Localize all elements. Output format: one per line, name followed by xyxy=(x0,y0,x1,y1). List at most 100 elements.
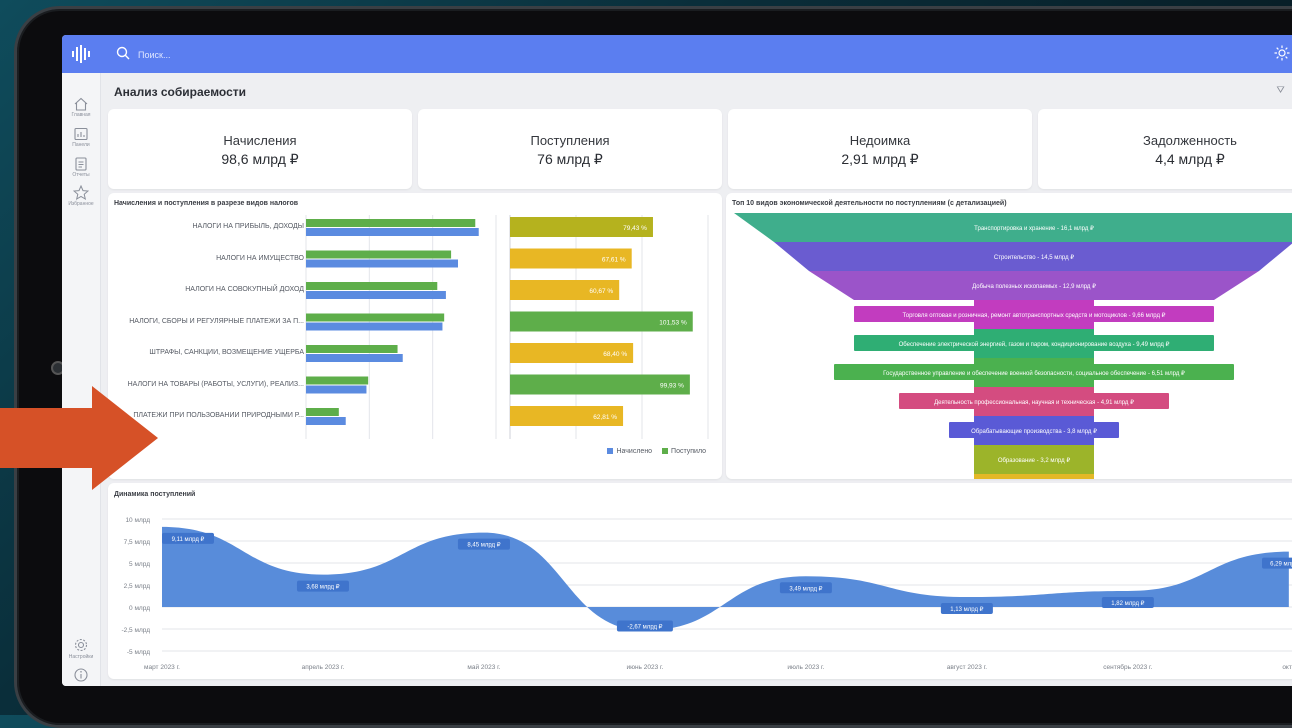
legend-label: Поступило xyxy=(671,448,706,455)
data-label-text: 3,68 млрд ₽ xyxy=(306,584,339,591)
y-tick-label: 7,5 млрд xyxy=(124,539,151,546)
kpi-card-debt[interactable]: Задолженность 4,4 млрд ₽ xyxy=(1038,109,1292,189)
funnel-label: Строительство - 14,5 млрд ₽ xyxy=(994,254,1074,261)
y-tick-label: 0 млрд xyxy=(129,605,150,612)
x-tick-label: август 2023 г. xyxy=(947,664,987,671)
page-title: Анализ собираемости xyxy=(114,85,247,99)
sidebar-item-label: Отчеты xyxy=(72,172,90,178)
sidebar-item-home[interactable]: Главная xyxy=(62,97,100,118)
sidebar: Главная Панели Отчеты Избранное Настройк… xyxy=(62,73,101,686)
kpi-card-receipts[interactable]: Поступления 76 млрд ₽ xyxy=(418,109,722,189)
x-tick-label: май 2023 г. xyxy=(467,663,500,671)
chart-legend: Начислено Поступило xyxy=(599,448,706,455)
y-tick-label: 5 млрд xyxy=(129,561,150,568)
kpi-value: 98,6 млрд ₽ xyxy=(221,151,299,167)
bar-received xyxy=(306,376,369,385)
top-bar xyxy=(62,35,1292,73)
area-series xyxy=(162,526,1289,631)
kpi-label: Задолженность xyxy=(1143,133,1237,148)
bar-charged xyxy=(306,259,458,268)
kpi-label: Поступления xyxy=(530,133,610,148)
kpi-label: Недоимка xyxy=(849,133,911,148)
bar-charged xyxy=(306,291,446,299)
app-screen: Главная Панели Отчеты Избранное Настройк… xyxy=(62,35,1292,686)
ratio-label: 60,67 % xyxy=(589,288,613,295)
tax-types-bar-chart: 79,43 % 67,61 % 60,67 % 101,53 % 68,40 % 99,9… xyxy=(305,215,709,439)
data-label-text: 9,11 млрд ₽ xyxy=(172,536,205,543)
y-tick-label: -5 млрд xyxy=(127,649,150,656)
bar-received xyxy=(306,250,452,259)
kpi-value: 2,91 млрд ₽ xyxy=(841,151,919,167)
funnel-stem xyxy=(974,474,1094,479)
ratio-label: 62,81 % xyxy=(593,414,617,421)
activities-funnel-chart: Транспортировка и хранение - 16,1 млрд ₽… xyxy=(734,213,1292,479)
y-tick-label: 2,5 млрд xyxy=(124,583,151,590)
funnel-label: Государственное управление и обеспечение… xyxy=(883,370,1185,377)
sidebar-item-reports[interactable]: Отчеты xyxy=(62,157,100,178)
sidebar-item-settings[interactable]: Настройки xyxy=(62,637,100,660)
kpi-card-accruals[interactable]: Начисления 98,6 млрд ₽ xyxy=(108,109,412,189)
bar-charged xyxy=(306,417,346,425)
sidebar-item-label: Панели xyxy=(72,142,90,148)
orange-arrow-icon xyxy=(0,386,158,490)
funnel-label: Торговля оптовая и розничная, ремонт авт… xyxy=(903,312,1166,319)
x-tick-label: июнь 2023 г. xyxy=(626,664,663,671)
ratio-label: 79,43 % xyxy=(623,225,647,232)
funnel-label: Деятельность профессиональная, научная и… xyxy=(934,399,1134,406)
ratio-label: 101,53 % xyxy=(659,320,687,327)
report-icon xyxy=(75,157,87,171)
theme-toggle-icon[interactable] xyxy=(1274,45,1290,61)
bar-received xyxy=(306,313,445,322)
gear-icon xyxy=(74,638,88,652)
sidebar-item-label: Избранное xyxy=(68,201,94,207)
sidebar-item-label: Настройки xyxy=(68,654,94,660)
y-tick-label: 10 млрд xyxy=(125,517,150,524)
bar-charged xyxy=(306,322,443,331)
kpi-value: 76 млрд ₽ xyxy=(537,151,603,167)
page-tools: ⛛ ⟳ xyxy=(1276,85,1292,96)
bar-received xyxy=(306,345,398,353)
data-label-text: -2,67 млрд ₽ xyxy=(627,623,662,630)
x-tick-label: апрель 2023 г. xyxy=(302,664,345,671)
funnel-label: Обрабатывающие производства - 3,8 млрд ₽ xyxy=(971,428,1097,435)
legend-swatch xyxy=(607,448,614,454)
kpi-card-arrears[interactable]: Недоимка 2,91 млрд ₽ xyxy=(728,109,1032,189)
x-tick-label: март 2023 г. xyxy=(144,664,180,671)
x-tick-label: октя xyxy=(1282,664,1292,671)
bar-received xyxy=(306,219,476,227)
bar-received xyxy=(306,282,438,290)
ratio-label: 68,40 % xyxy=(603,351,627,358)
search-input[interactable] xyxy=(136,46,440,64)
search-icon[interactable] xyxy=(116,46,130,60)
kpi-label: Начисления xyxy=(223,133,297,148)
receipts-area-chart: 10 млрд 7,5 млрд 5 млрд 2,5 млрд 0 млрд -2,5 … xyxy=(121,517,1292,671)
funnel-label: Добыча полезных ископаемых - 12,9 млрд ₽ xyxy=(972,283,1096,290)
data-label-text: 8,45 млрд ₽ xyxy=(467,542,500,549)
ratio-label: 99,93 % xyxy=(660,383,684,390)
data-label: 6,29 млрд xyxy=(1262,557,1292,569)
dashboard-icon xyxy=(74,127,88,141)
sidebar-item-info[interactable] xyxy=(62,667,100,684)
sidebar-item-dashboards[interactable]: Панели xyxy=(62,127,100,148)
sidebar-item-label: Главная xyxy=(71,112,91,118)
legend-swatch xyxy=(662,448,669,454)
app-logo-icon[interactable] xyxy=(62,35,100,73)
data-label: 1,13 млрд ₽ xyxy=(940,603,993,615)
star-icon xyxy=(73,185,89,200)
bar-charged xyxy=(306,385,367,394)
data-label-text: 3,49 млрд ₽ xyxy=(789,585,822,592)
data-label-text: 6,29 млрд xyxy=(1270,562,1292,568)
bar-charged xyxy=(306,354,403,362)
x-tick-label: сентябрь 2023 г. xyxy=(1103,663,1152,671)
data-label: 3,68 млрд ₽ xyxy=(296,580,349,592)
funnel-label: Транспортировка и хранение - 16,1 млрд ₽ xyxy=(974,225,1094,232)
funnel-label: Образование - 3,2 млрд ₽ xyxy=(998,457,1071,464)
funnel-label: Обеспечение электрической энергией, газо… xyxy=(899,341,1170,348)
clear-filter-icon[interactable]: ⛛ xyxy=(1276,85,1284,96)
home-icon xyxy=(74,97,88,111)
bar-charged xyxy=(306,228,479,236)
sidebar-item-favorites[interactable]: Избранное xyxy=(62,185,100,207)
info-icon xyxy=(74,668,88,682)
tax-types-chart-panel: Начисления и поступления в разрезе видов… xyxy=(108,193,722,479)
data-label: 8,45 млрд ₽ xyxy=(457,538,510,550)
